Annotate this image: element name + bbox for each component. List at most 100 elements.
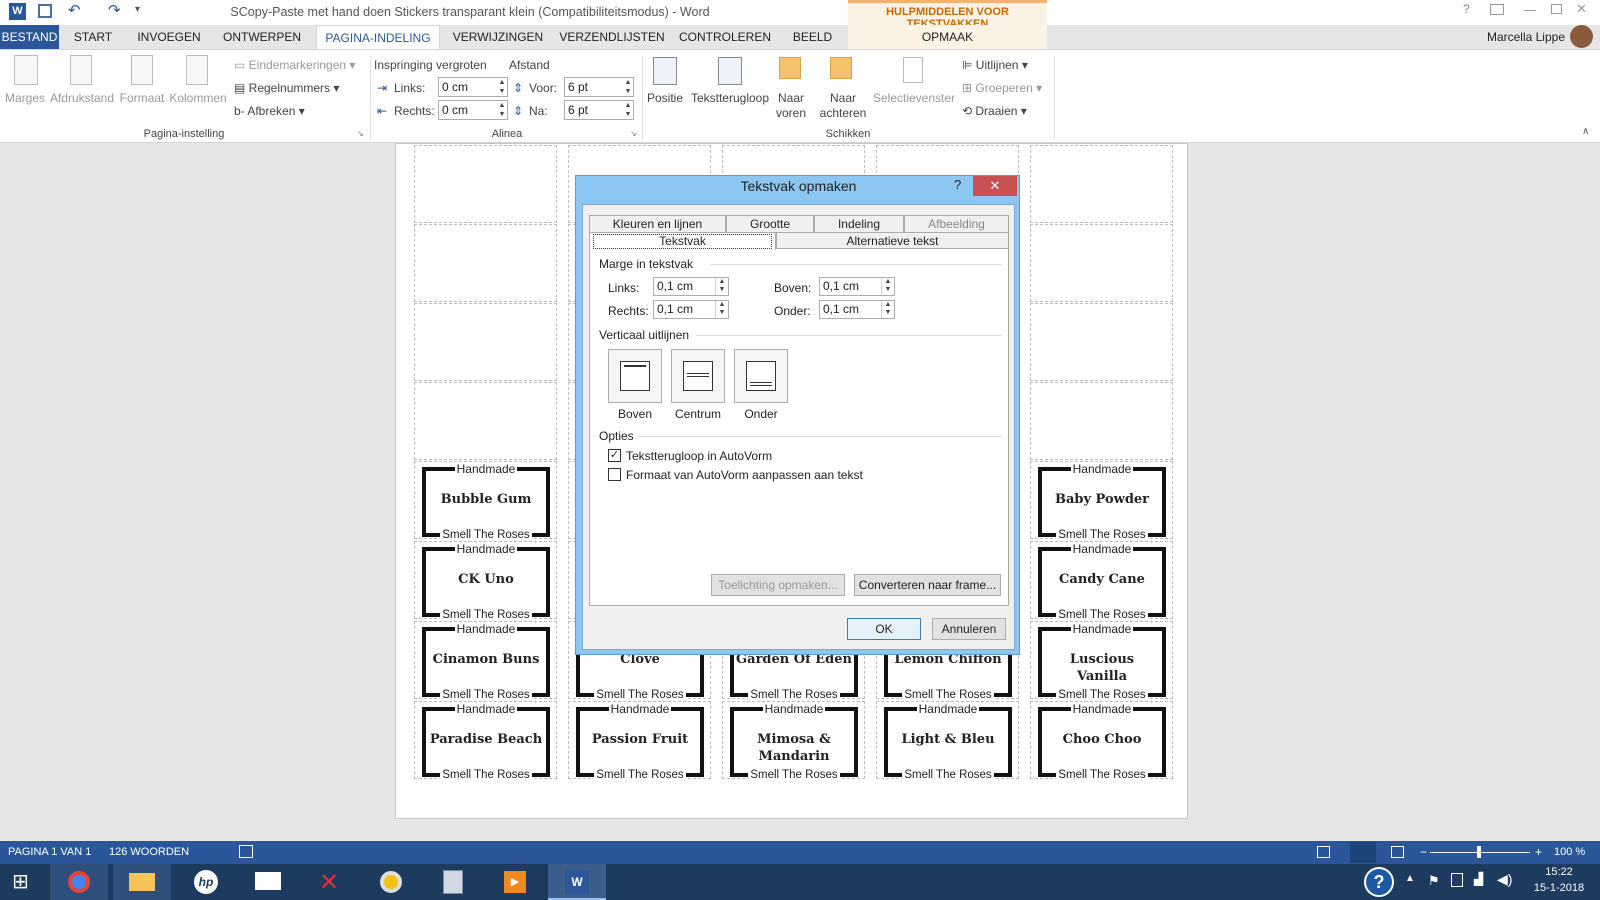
sticker-label[interactable]: Handmade Mimosa & Mandarin Smell The Roses xyxy=(730,702,858,781)
spinner-arrows-icon[interactable]: ▲ ▼ xyxy=(497,78,507,96)
bring-forward-label-2[interactable]: voren xyxy=(770,106,812,120)
sticker-label[interactable]: Handmade Passion Fruit Smell The Roses xyxy=(576,702,704,781)
user-name[interactable]: Marcella Lippe xyxy=(1455,25,1565,49)
label-cell[interactable] xyxy=(1030,145,1173,223)
label-cell[interactable] xyxy=(1030,224,1173,302)
indent-left-input[interactable]: 0 cm ▲ ▼ xyxy=(438,77,508,97)
close-icon[interactable]: ✕ xyxy=(1576,1,1587,17)
sticker-label[interactable]: Handmade Bubble Gum Smell The Roses xyxy=(422,462,550,541)
spacing-before-input[interactable]: 6 pt ▲ ▼ xyxy=(564,77,634,97)
tab-verwijzingen[interactable]: VERWIJZINGEN xyxy=(448,25,548,49)
help-tray-icon[interactable]: ? xyxy=(1364,867,1394,897)
sticker-label[interactable]: Handmade Candy Cane Smell The Roses xyxy=(1038,542,1166,621)
sticker-label[interactable]: Handmade Cinamon Buns Smell The Roses xyxy=(422,622,550,701)
clock-time[interactable]: 15:22 xyxy=(1525,866,1593,878)
wrap-in-autoshape-checkbox[interactable]: ✓ xyxy=(608,449,621,462)
tray-expand-icon[interactable]: ▲ xyxy=(1405,873,1415,884)
selection-pane-button[interactable]: Selectievenster xyxy=(872,91,956,105)
tab-tekstvak[interactable]: Tekstvak xyxy=(589,232,776,250)
send-backward-label-2[interactable]: achteren xyxy=(814,106,872,120)
video-player-icon[interactable]: ▶ xyxy=(486,864,544,900)
avatar[interactable] xyxy=(1570,25,1593,48)
sticker-label[interactable]: Handmade Luscious Vanilla Smell The Roses xyxy=(1038,622,1166,701)
size-icon[interactable] xyxy=(131,55,153,85)
breaks-button[interactable]: ▭ Eindemarkeringen ▾ xyxy=(234,58,364,72)
send-backward-icon[interactable] xyxy=(830,57,852,79)
orientation-icon[interactable] xyxy=(70,55,92,85)
clock-date[interactable]: 15-1-2018 xyxy=(1525,882,1593,894)
spinner-arrows-icon[interactable]: ▲ ▼ xyxy=(623,101,633,119)
position-icon[interactable] xyxy=(653,57,677,85)
label-cell[interactable] xyxy=(414,303,557,381)
bring-forward-label-1[interactable]: Naar xyxy=(770,91,812,105)
word-taskbar-icon[interactable]: W xyxy=(548,864,606,900)
line-numbers-button[interactable]: ▤ Regelnummers ▾ xyxy=(234,81,364,95)
tab-start[interactable]: START xyxy=(67,25,119,49)
word-count[interactable]: 126 WOORDEN xyxy=(109,841,189,864)
help-icon[interactable]: ? xyxy=(1463,2,1470,16)
columns-button[interactable]: Kolommen xyxy=(168,91,228,105)
label-cell[interactable] xyxy=(1030,303,1173,381)
margins-button[interactable]: Marges xyxy=(2,91,48,105)
ribbon-display-icon[interactable] xyxy=(1490,4,1504,15)
calculator-icon[interactable] xyxy=(424,864,482,900)
tab-controleren[interactable]: CONTROLEREN xyxy=(675,25,775,49)
wrap-text-button[interactable]: Tekstterugloop xyxy=(688,91,772,105)
selection-pane-icon[interactable] xyxy=(903,57,923,83)
collapse-ribbon-icon[interactable]: ∧ xyxy=(1582,126,1589,137)
valign-top-button[interactable] xyxy=(608,349,662,403)
spinner-arrows-icon[interactable]: ▲ ▼ xyxy=(881,278,894,295)
group-button[interactable]: ⊞ Groeperen ▾ xyxy=(962,81,1052,95)
sticker-label[interactable]: Handmade CK Uno Smell The Roses xyxy=(422,542,550,621)
chrome-icon[interactable] xyxy=(50,864,108,900)
media-disc-icon[interactable] xyxy=(362,864,420,900)
proofing-icon[interactable] xyxy=(239,845,253,858)
tab-pagina-indeling[interactable]: PAGINA-INDELING xyxy=(316,25,440,49)
spinner-arrows-icon[interactable]: ▲ ▼ xyxy=(715,301,728,318)
dialog-close-button[interactable]: ✕ xyxy=(973,176,1017,196)
margin-left-input[interactable]: 0,1 cm ▲ ▼ xyxy=(653,277,729,296)
label-cell[interactable] xyxy=(414,224,557,302)
tab-ontwerpen[interactable]: ONTWERPEN xyxy=(217,25,307,49)
hyphenation-button[interactable]: b- Afbreken ▾ xyxy=(234,104,364,118)
dialog-launcher-icon[interactable]: ↘ xyxy=(357,129,364,138)
valign-bottom-button[interactable] xyxy=(734,349,788,403)
tab-verzendlijsten[interactable]: VERZENDLIJSTEN xyxy=(558,25,666,49)
label-cell[interactable] xyxy=(414,145,557,223)
label-cell[interactable] xyxy=(1030,382,1173,460)
zoom-level[interactable]: 100 % xyxy=(1554,841,1585,864)
tab-afbeelding[interactable]: Afbeelding xyxy=(904,215,1009,233)
file-explorer-icon[interactable] xyxy=(113,864,171,900)
minimize-icon[interactable] xyxy=(1524,10,1536,11)
spinner-arrows-icon[interactable]: ▲ ▼ xyxy=(497,101,507,119)
wrap-text-icon[interactable] xyxy=(718,57,742,85)
volume-icon[interactable]: ◀) xyxy=(1497,871,1512,888)
flag-icon[interactable]: ⚑ xyxy=(1428,873,1440,889)
zoom-slider-thumb[interactable] xyxy=(1477,846,1481,858)
convert-to-frame-button[interactable]: Converteren naar frame... xyxy=(854,574,1001,596)
spinner-arrows-icon[interactable]: ▲ ▼ xyxy=(715,278,728,295)
cancel-button[interactable]: Annuleren xyxy=(932,618,1006,640)
spinner-arrows-icon[interactable]: ▲ ▼ xyxy=(881,301,894,318)
app-x-icon[interactable]: ✕ xyxy=(300,864,358,900)
network-icon[interactable]: ▟ xyxy=(1474,872,1483,886)
send-backward-label-1[interactable]: Naar xyxy=(814,91,872,105)
margin-top-input[interactable]: 0,1 cm ▲ ▼ xyxy=(819,277,895,296)
tab-opmaak[interactable]: OPMAAK xyxy=(848,25,1047,49)
align-button[interactable]: ⊫ Uitlijnen ▾ xyxy=(962,58,1052,72)
page-count[interactable]: PAGINA 1 VAN 1 xyxy=(8,841,91,864)
read-mode-icon[interactable] xyxy=(1317,846,1330,858)
sticker-label[interactable]: Handmade Baby Powder Smell The Roses xyxy=(1038,462,1166,541)
dialog-launcher-icon[interactable]: ↘ xyxy=(630,129,637,138)
dialog-help-icon[interactable]: ? xyxy=(954,177,961,192)
indent-right-input[interactable]: 0 cm ▲ ▼ xyxy=(438,100,508,120)
hp-icon[interactable]: hp xyxy=(177,864,235,900)
resize-autoshape-checkbox[interactable] xyxy=(608,468,621,481)
tab-bestand[interactable]: BESTAND xyxy=(0,25,59,49)
spacing-after-input[interactable]: 6 pt ▲ ▼ xyxy=(564,100,634,120)
margin-right-input[interactable]: 0,1 cm ▲ ▼ xyxy=(653,300,729,319)
bring-forward-icon[interactable] xyxy=(779,57,801,79)
tab-beeld[interactable]: BEELD xyxy=(785,25,840,49)
zoom-in-icon[interactable]: + xyxy=(1535,841,1542,864)
margin-bottom-input[interactable]: 0,1 cm ▲ ▼ xyxy=(819,300,895,319)
